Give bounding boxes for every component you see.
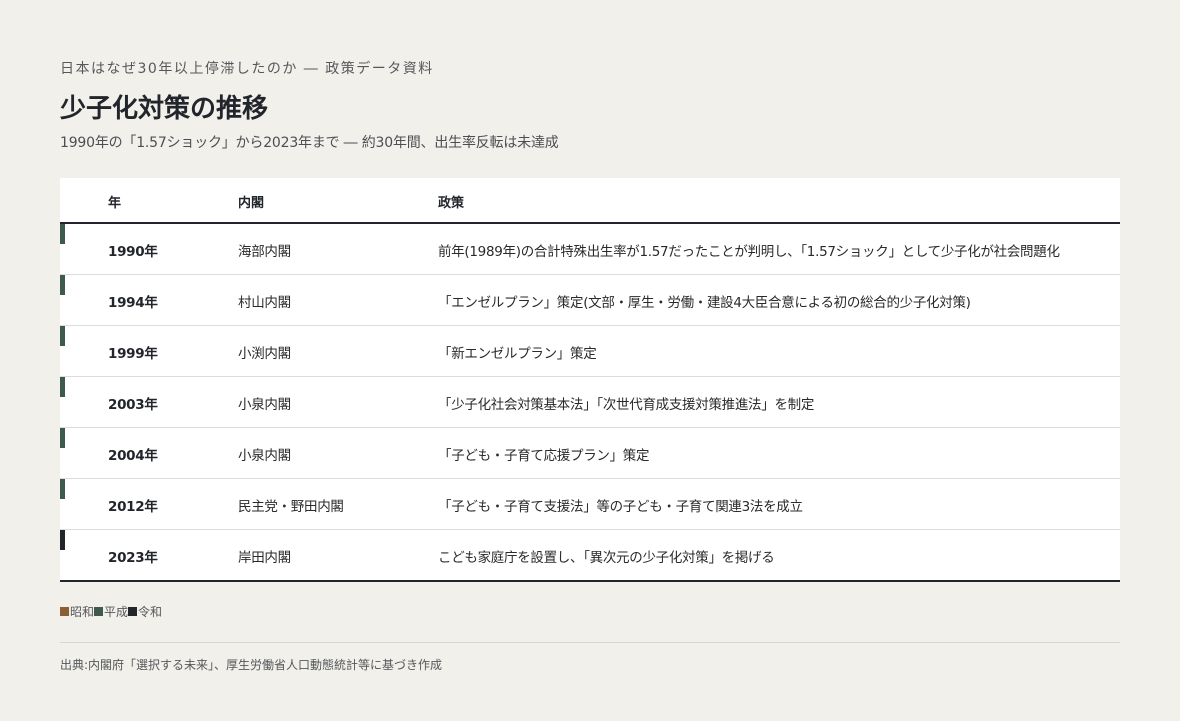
table-row: 1994年 村山内閣 「エンゼルプラン」策定(文部・厚生・労働・建設4大臣合意に… <box>60 275 1120 326</box>
legend-item-showa: 昭和 <box>60 603 94 620</box>
era-marker <box>60 530 65 550</box>
row-year: 2003年 <box>108 397 158 413</box>
era-marker <box>60 275 65 295</box>
legend-label: 令和 <box>138 605 163 619</box>
era-marker <box>60 377 65 397</box>
row-year: 1999年 <box>108 346 158 362</box>
row-year: 2012年 <box>108 499 158 515</box>
row-cabinet: 岸田内閣 <box>238 550 291 566</box>
table-header: 年 内閣 政策 <box>60 178 1120 224</box>
column-header-year: 年 <box>108 196 122 211</box>
column-header-policy: 政策 <box>438 196 465 211</box>
row-cabinet: 民主党・野田内閣 <box>238 499 344 515</box>
legend-label: 昭和 <box>70 605 95 619</box>
legend-swatch <box>94 607 104 616</box>
row-cabinet: 小渕内閣 <box>238 346 291 362</box>
legend-item-heisei: 平成 <box>94 603 128 620</box>
row-policy: 「エンゼルプラン」策定(文部・厚生・労働・建設4大臣合意による初の総合的少子化対… <box>438 295 971 311</box>
era-legend: 昭和 平成 令和 <box>60 603 162 620</box>
column-header-cabinet: 内閣 <box>238 196 265 211</box>
era-marker <box>60 326 65 346</box>
era-marker <box>60 479 65 499</box>
source-note: 出典:内閣府「選択する未来」、厚生労働省人口動態統計等に基づき作成 <box>60 658 443 672</box>
table-row: 1999年 小渕内閣 「新エンゼルプラン」策定 <box>60 326 1120 377</box>
legend-swatch <box>128 607 138 616</box>
era-marker <box>60 428 65 448</box>
era-marker <box>60 224 65 244</box>
row-cabinet: 海部内閣 <box>238 244 291 260</box>
eyebrow-label: 日本はなぜ30年以上停滞したのか ― 政策データ資料 <box>60 61 434 77</box>
row-policy: こども家庭庁を設置し、「異次元の少子化対策」を掲げる <box>438 550 775 566</box>
table-row: 2003年 小泉内閣 「少子化社会対策基本法」「次世代育成支援対策推進法」を制定 <box>60 377 1120 428</box>
page-subtitle: 1990年の「1.57ショック」から2023年まで ― 約30年間、出生率反転は… <box>60 135 559 151</box>
footer-divider <box>60 642 1120 643</box>
row-year: 1994年 <box>108 295 158 311</box>
row-policy: 「新エンゼルプラン」策定 <box>438 346 597 362</box>
row-cabinet: 小泉内閣 <box>238 448 291 464</box>
legend-label: 平成 <box>104 605 129 619</box>
row-policy: 「少子化社会対策基本法」「次世代育成支援対策推進法」を制定 <box>438 397 815 413</box>
policy-table: 年 内閣 政策 1990年 海部内閣 前年(1989年)の合計特殊出生率が1.5… <box>60 178 1120 582</box>
row-cabinet: 村山内閣 <box>238 295 291 311</box>
row-policy: 「子ども・子育て応援プラン」策定 <box>438 448 650 464</box>
row-year: 2023年 <box>108 550 158 566</box>
legend-swatch <box>60 607 69 616</box>
legend-item-reiwa: 令和 <box>128 603 162 620</box>
row-cabinet: 小泉内閣 <box>238 397 291 413</box>
page-title: 少子化対策の推移 <box>60 94 269 124</box>
table-row: 2004年 小泉内閣 「子ども・子育て応援プラン」策定 <box>60 428 1120 479</box>
table-row: 2012年 民主党・野田内閣 「子ども・子育て支援法」等の子ども・子育て関連3法… <box>60 479 1120 530</box>
row-policy: 前年(1989年)の合計特殊出生率が1.57だったことが判明し、「1.57ショッ… <box>438 244 1060 260</box>
row-policy: 「子ども・子育て支援法」等の子ども・子育て関連3法を成立 <box>438 499 803 515</box>
row-year: 2004年 <box>108 448 158 464</box>
table-row: 2023年 岸田内閣 こども家庭庁を設置し、「異次元の少子化対策」を掲げる <box>60 530 1120 580</box>
table-row: 1990年 海部内閣 前年(1989年)の合計特殊出生率が1.57だったことが判… <box>60 224 1120 275</box>
table-body: 1990年 海部内閣 前年(1989年)の合計特殊出生率が1.57だったことが判… <box>60 224 1120 580</box>
row-year: 1990年 <box>108 244 158 260</box>
